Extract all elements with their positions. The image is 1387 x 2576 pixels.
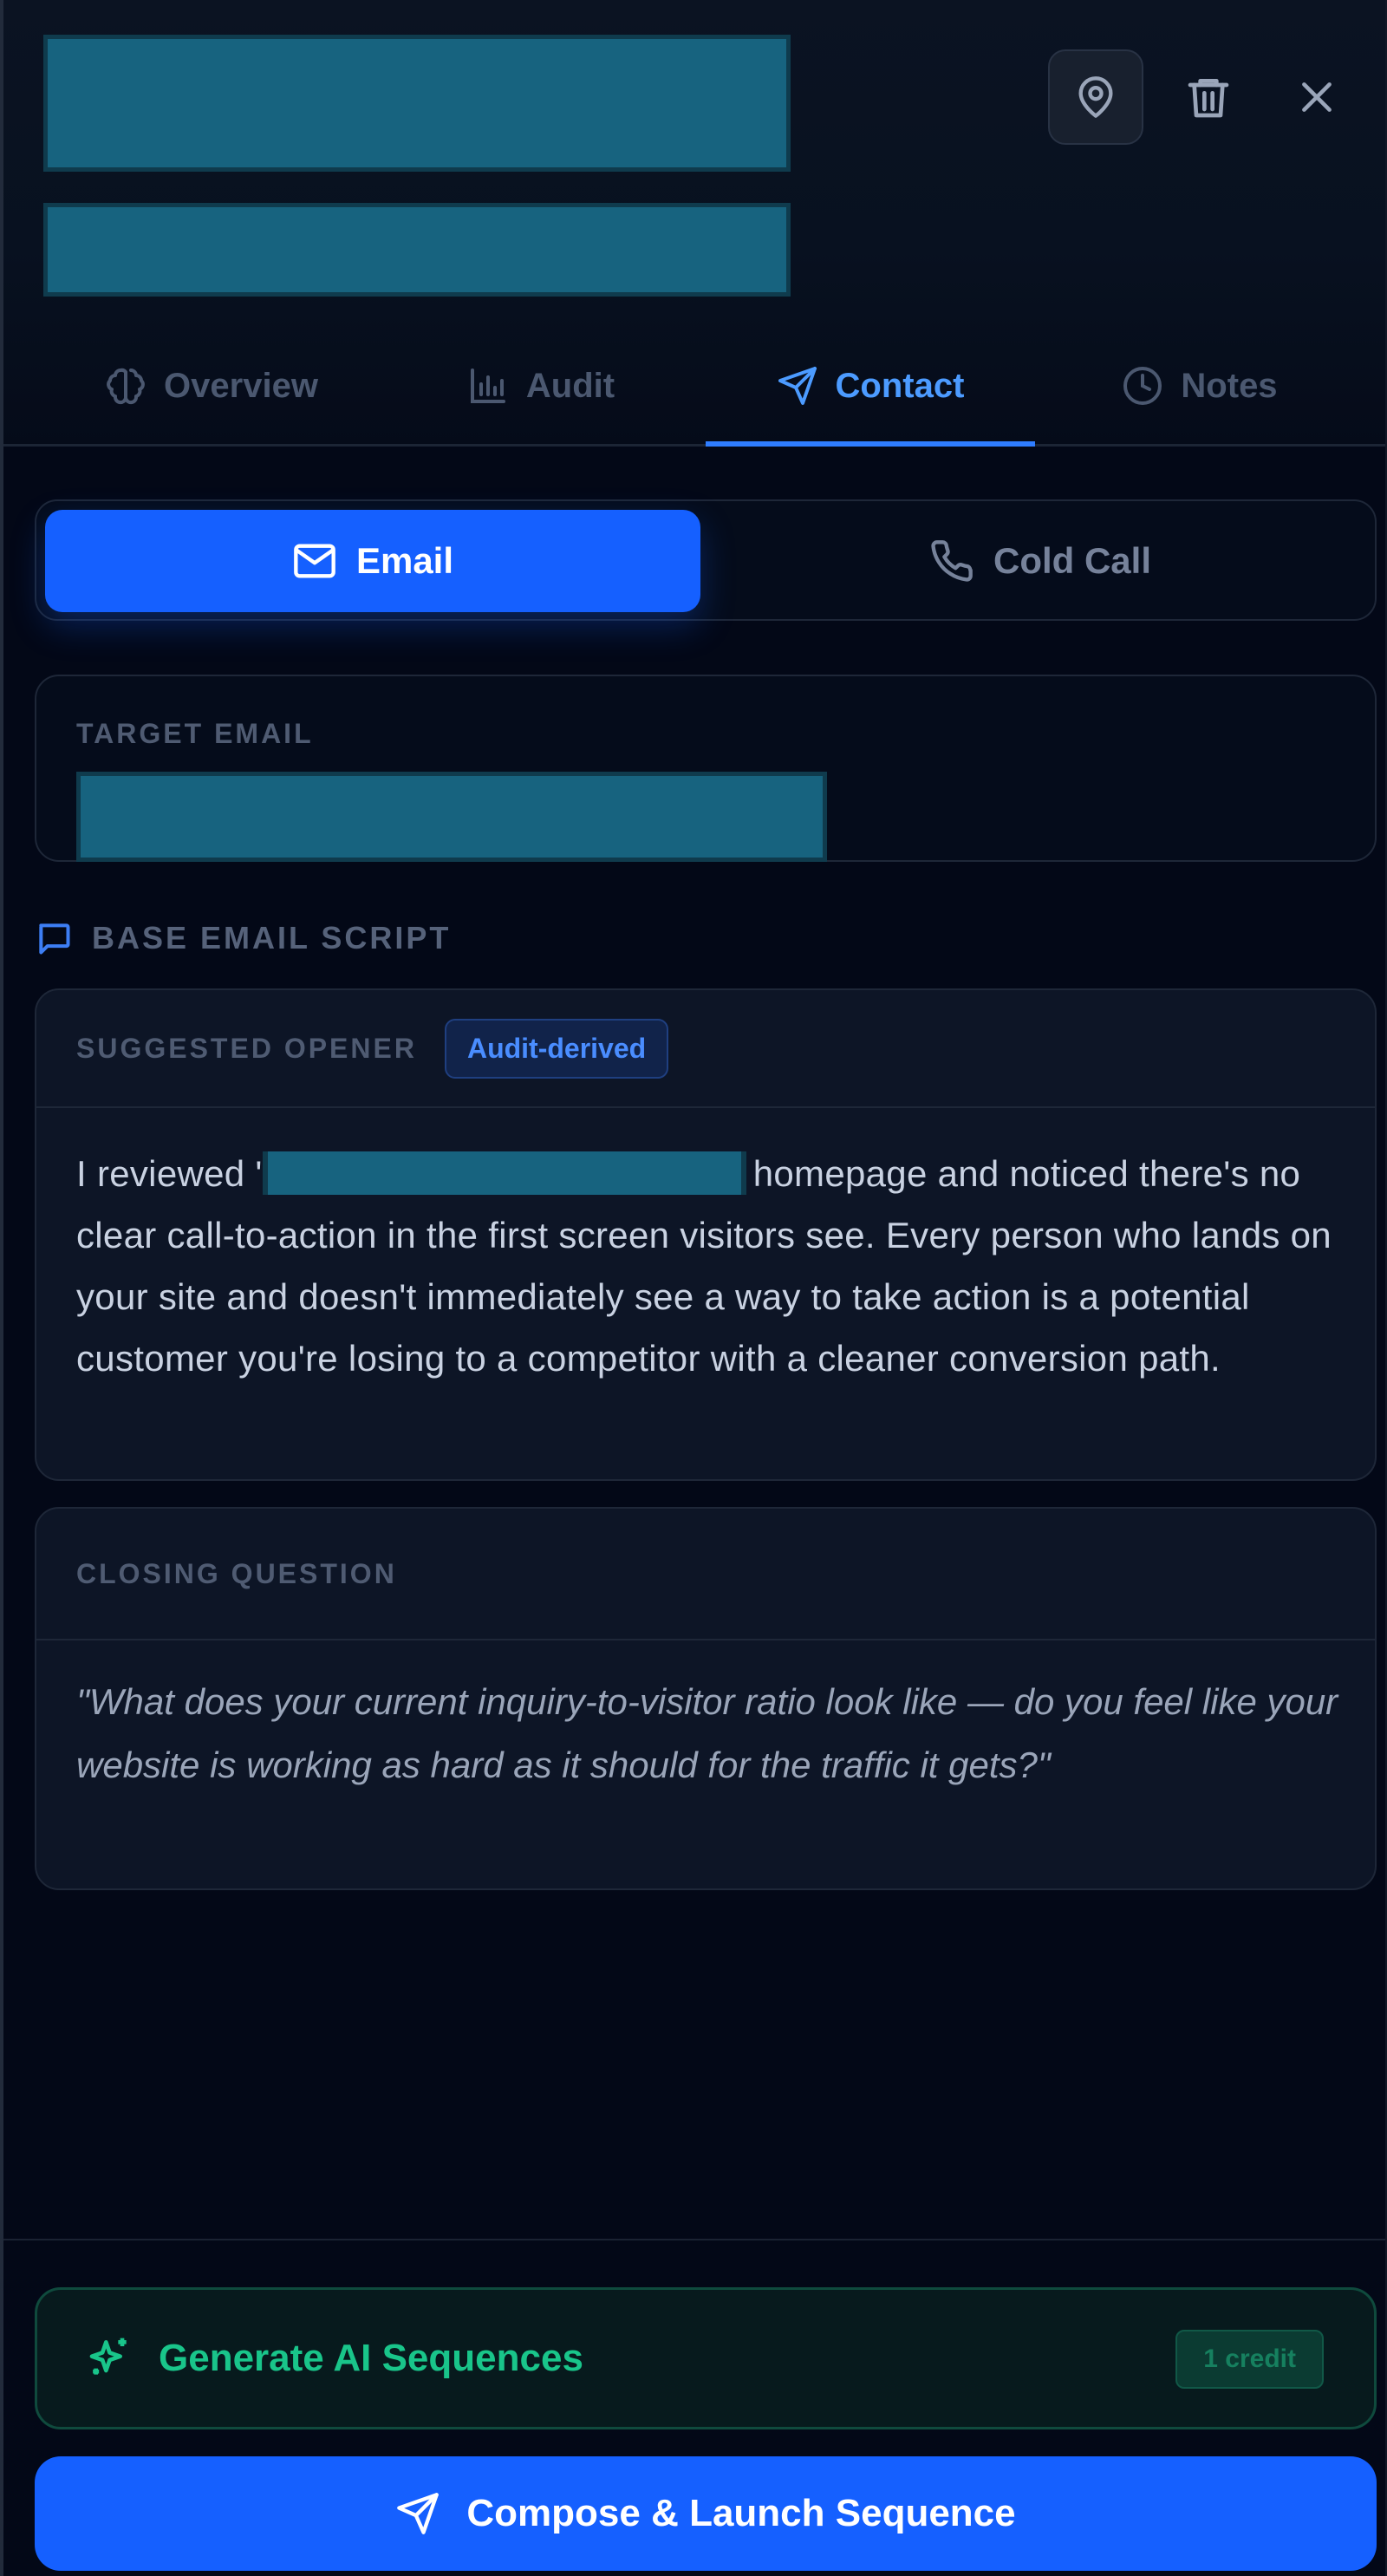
redacted-business-name [262,1151,746,1195]
tab-contact[interactable]: Contact [706,328,1035,447]
closing-question-card: CLOSING QUESTION "What does your current… [35,1507,1377,1890]
trash-icon [1188,79,1229,118]
tab-overview-label: Overview [164,366,318,405]
message-icon [39,923,70,955]
map-pin-icon [1078,76,1113,118]
channel-toggle: Email Cold Call [35,499,1377,621]
bar-chart-icon [470,368,505,403]
audit-derived-badge: Audit-derived [444,1018,669,1079]
tab-overview[interactable]: Overview [47,328,376,444]
map-pin-button[interactable] [1048,49,1143,145]
redacted-email-value [76,772,827,862]
cold-call-toggle-button[interactable]: Cold Call [713,510,1368,612]
phone-icon [931,540,973,582]
opener-card-header: SUGGESTED OPENER Audit-derived [36,990,1375,1108]
credit-badge: 1 credit [1175,2330,1324,2389]
redacted-title [43,35,791,172]
email-toggle-button[interactable]: Email [45,510,700,612]
generate-ai-sequences-label: Generate AI Sequences [159,2337,583,2379]
closing-card-header: CLOSING QUESTION [36,1509,1375,1640]
tab-contact-label: Contact [835,366,965,405]
generate-ai-sequences-button[interactable]: Generate AI Sequences 1 credit [35,2287,1377,2429]
redacted-subtitle [43,203,791,297]
tab-notes[interactable]: Notes [1035,328,1364,444]
close-icon [1302,82,1332,112]
mail-icon [294,544,335,578]
cold-call-toggle-label: Cold Call [993,540,1151,581]
send-icon [397,2493,440,2534]
tab-bar: Overview Audit Contact Notes [3,328,1385,447]
close-button[interactable] [1273,58,1360,136]
tab-audit-label: Audit [525,366,615,405]
opener-text-prefix: I reviewed ' [76,1153,263,1194]
script-section-title: BASE EMAIL SCRIPT [92,920,452,955]
brain-icon [107,368,145,405]
opener-text: I reviewed ' homepage and noticed there's… [76,1143,1342,1389]
closing-label: CLOSING QUESTION [76,1557,397,1589]
footer-divider [3,2239,1385,2240]
suggested-opener-card: SUGGESTED OPENER Audit-derived I reviewe… [35,988,1377,1481]
target-email-label: TARGET EMAIL [76,718,314,749]
tab-notes-label: Notes [1181,366,1278,405]
clock-icon [1123,367,1162,405]
opener-label: SUGGESTED OPENER [76,1032,417,1064]
tab-audit[interactable]: Audit [376,328,706,444]
panel-header: Overview Audit Contact Notes [3,0,1385,447]
script-section-header: BASE EMAIL SCRIPT [35,919,451,957]
lead-detail-panel: Overview Audit Contact Notes Email Cold … [0,0,1387,2576]
delete-button[interactable] [1165,58,1252,136]
compose-launch-button[interactable]: Compose & Launch Sequence [35,2456,1377,2571]
sparkles-icon [89,2338,127,2375]
closing-text: "What does your current inquiry-to-visit… [76,1681,1338,1785]
send-icon [778,367,817,405]
email-toggle-label: Email [355,540,454,581]
compose-launch-label: Compose & Launch Sequence [466,2492,1016,2534]
target-email-card: TARGET EMAIL [35,675,1377,862]
